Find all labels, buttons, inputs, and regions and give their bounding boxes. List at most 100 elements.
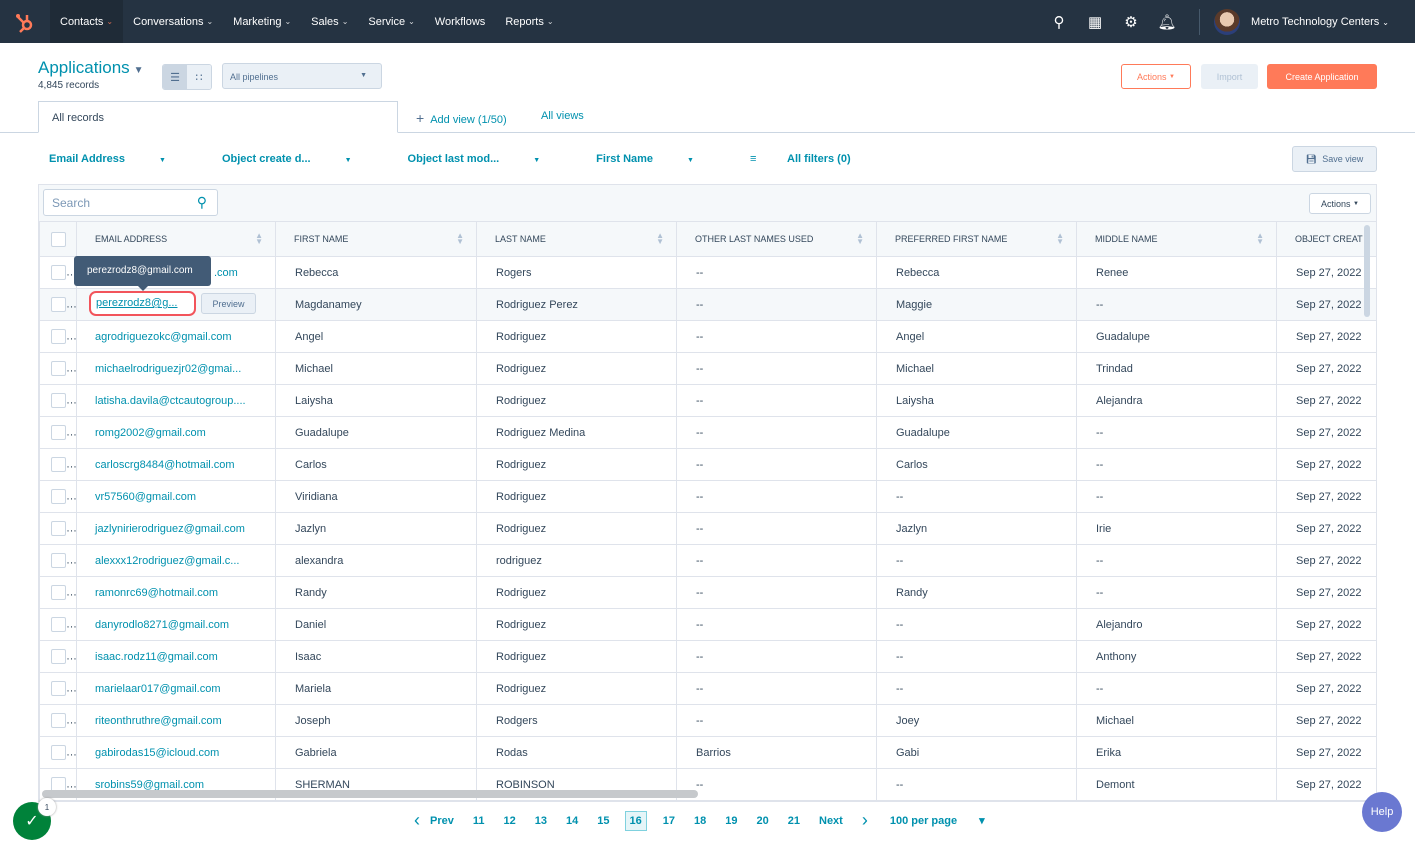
column-header-first-name[interactable]: FIRST NAME ▲ ▼ (275, 221, 477, 257)
hubspot-logo-icon[interactable] (0, 0, 50, 43)
row-checkbox-cell[interactable] (39, 416, 77, 449)
add-view-button[interactable]: + Add view (1/50) (416, 110, 507, 126)
row-checkbox-cell[interactable] (39, 704, 77, 737)
table-row[interactable]: riteonthruthre@gmail.com Joseph Rodgers -- J… (39, 704, 1376, 737)
horizontal-scrollbar[interactable] (42, 790, 698, 798)
search-icon[interactable]: ⚲ (197, 194, 207, 211)
row-checkbox-cell[interactable] (39, 448, 77, 481)
sort-icon[interactable]: ▲ ▼ (1056, 232, 1064, 246)
row-checkbox-cell[interactable] (39, 608, 77, 641)
selected-email-link[interactable]: perezrodz8@g... (89, 291, 196, 316)
page-17[interactable]: 17 (663, 815, 675, 827)
column-header-other-last-names[interactable]: OTHER LAST NAMES USED ▲ ▼ (676, 221, 877, 257)
help-button[interactable]: Help (1362, 792, 1402, 832)
email-link[interactable]: vr57560@gmail.com (76, 480, 276, 513)
row-checkbox-cell[interactable] (39, 544, 77, 577)
checkbox[interactable] (51, 489, 66, 504)
checkbox[interactable] (51, 617, 66, 632)
account-menu[interactable]: Metro Technology Centers ⌄ (1251, 16, 1389, 28)
page-12[interactable]: 12 (504, 815, 516, 827)
table-row[interactable]: danyrodlo8271@gmail.com Daniel Rodriguez --… (39, 608, 1376, 641)
table-row[interactable]: vr57560@gmail.com Viridiana Rodriguez -- -- -… (39, 480, 1376, 513)
chevron-left-icon[interactable]: ‹ (414, 810, 420, 831)
checkbox[interactable] (51, 265, 66, 280)
row-checkbox-cell[interactable] (39, 736, 77, 769)
column-header-last-name[interactable]: LAST NAME ▲ ▼ (476, 221, 677, 257)
checkbox[interactable] (51, 745, 66, 760)
row-checkbox-cell[interactable] (39, 512, 77, 545)
all-filters-button[interactable]: ≡ All filters (0) (750, 153, 879, 165)
email-link[interactable]: danyrodlo8271@gmail.com (76, 608, 276, 641)
email-link[interactable]: latisha.davila@ctcautogroup.... (76, 384, 276, 417)
page-15[interactable]: 15 (597, 815, 609, 827)
email-link[interactable]: jazlynirierodriguez@gmail.com (76, 512, 276, 545)
avatar[interactable] (1214, 8, 1241, 35)
nav-reports[interactable]: Reports ⌄ (495, 0, 563, 43)
search-input[interactable]: Search ⚲ (43, 189, 218, 216)
table-actions-button[interactable]: Actions ▼ (1309, 193, 1371, 214)
nav-sales[interactable]: Sales ⌄ (301, 0, 358, 43)
save-view-button[interactable]: 💾︎ Save view (1292, 146, 1377, 172)
table-row[interactable]: jazlynirierodriguez@gmail.com Jazlyn Rodri… (39, 512, 1376, 545)
filter-first-name[interactable]: First Name ▼ (596, 153, 722, 165)
tab-all-records[interactable]: All records (38, 101, 398, 133)
row-checkbox-cell[interactable] (39, 384, 77, 417)
actions-button[interactable]: Actions ▼ (1121, 64, 1191, 89)
sort-icon[interactable]: ▲ ▼ (255, 232, 263, 246)
row-checkbox-cell[interactable] (39, 480, 77, 513)
checkbox[interactable] (51, 553, 66, 568)
import-button[interactable]: Import (1201, 64, 1258, 89)
row-checkbox-cell[interactable] (39, 320, 77, 353)
email-link[interactable]: romg2002@gmail.com (76, 416, 276, 449)
nav-marketing[interactable]: Marketing ⌄ (223, 0, 301, 43)
row-checkbox-cell[interactable] (39, 256, 77, 289)
sort-icon[interactable]: ▲ ▼ (656, 232, 664, 246)
chevron-right-icon[interactable]: › (862, 810, 868, 831)
select-all-checkbox[interactable] (39, 221, 77, 257)
nav-contacts[interactable]: Contacts ⌄ (50, 0, 124, 43)
row-checkbox-cell[interactable] (39, 352, 77, 385)
pipeline-select[interactable]: All pipelines ▼ (222, 63, 382, 89)
nav-service[interactable]: Service ⌄ (358, 0, 424, 43)
email-link[interactable]: carloscrg8484@hotmail.com (76, 448, 276, 481)
column-header-object-created[interactable]: OBJECT CREAT (1276, 221, 1376, 257)
email-link[interactable]: michaelrodriguezjr02@gmai... (76, 352, 276, 385)
email-link[interactable]: agrodriguezokc@gmail.com (76, 320, 276, 353)
checkbox[interactable] (51, 393, 66, 408)
nav-workflows[interactable]: Workflows (425, 0, 496, 43)
checkbox[interactable] (51, 329, 66, 344)
row-checkbox-cell[interactable] (39, 288, 77, 321)
table-row[interactable]: latisha.davila@ctcautogroup.... Laiysha Ro… (39, 384, 1376, 417)
preview-button[interactable]: Preview (201, 293, 256, 314)
checkbox[interactable] (51, 457, 66, 472)
email-link[interactable]: marielaar017@gmail.com (76, 672, 276, 705)
checkbox[interactable] (51, 681, 66, 696)
row-checkbox-cell[interactable] (39, 576, 77, 609)
checkbox[interactable] (51, 231, 66, 247)
column-header-preferred-first-name[interactable]: PREFERRED FIRST NAME ▲ ▼ (876, 221, 1077, 257)
email-link[interactable]: alexxx12rodriguez@gmail.c... (76, 544, 276, 577)
checkbox[interactable] (51, 361, 66, 376)
table-row[interactable]: ramonrc69@hotmail.com Randy Rodriguez -- Ran… (39, 576, 1376, 609)
checkbox[interactable] (51, 297, 66, 312)
all-views-link[interactable]: All views (541, 110, 584, 122)
nav-conversations[interactable]: Conversations ⌄ (123, 0, 223, 43)
table-row[interactable]: marielaar017@gmail.com Mariela Rodriguez --… (39, 672, 1376, 705)
next-page-button[interactable]: Next (819, 815, 843, 827)
table-row[interactable]: .com Rebecca Rogers -- Rebecca Renee Sep 27, 2… (39, 256, 1376, 289)
object-selector[interactable]: Applications ▼ (38, 58, 144, 78)
table-row[interactable]: alexxx12rodriguez@gmail.c... alexandra rod… (39, 544, 1376, 577)
table-row[interactable]: gabirodas15@icloud.com Gabriela Rodas Barri… (39, 736, 1376, 769)
marketplace-icon[interactable]: ▦ (1077, 13, 1113, 31)
create-application-button[interactable]: Create Application (1267, 64, 1377, 89)
board-view-icon[interactable]: ∷ (187, 65, 211, 89)
table-row[interactable]: agrodriguezokc@gmail.com Angel Rodriguez --… (39, 320, 1376, 353)
search-icon[interactable]: ⚲ (1041, 13, 1077, 31)
email-link[interactable]: riteonthruthre@gmail.com (76, 704, 276, 737)
gear-icon[interactable]: ⚙ (1113, 13, 1149, 31)
sort-icon[interactable]: ▲ ▼ (456, 232, 464, 246)
row-checkbox-cell[interactable] (39, 640, 77, 673)
vertical-scrollbar[interactable] (1364, 225, 1370, 317)
page-18[interactable]: 18 (694, 815, 706, 827)
checkbox[interactable] (51, 713, 66, 728)
